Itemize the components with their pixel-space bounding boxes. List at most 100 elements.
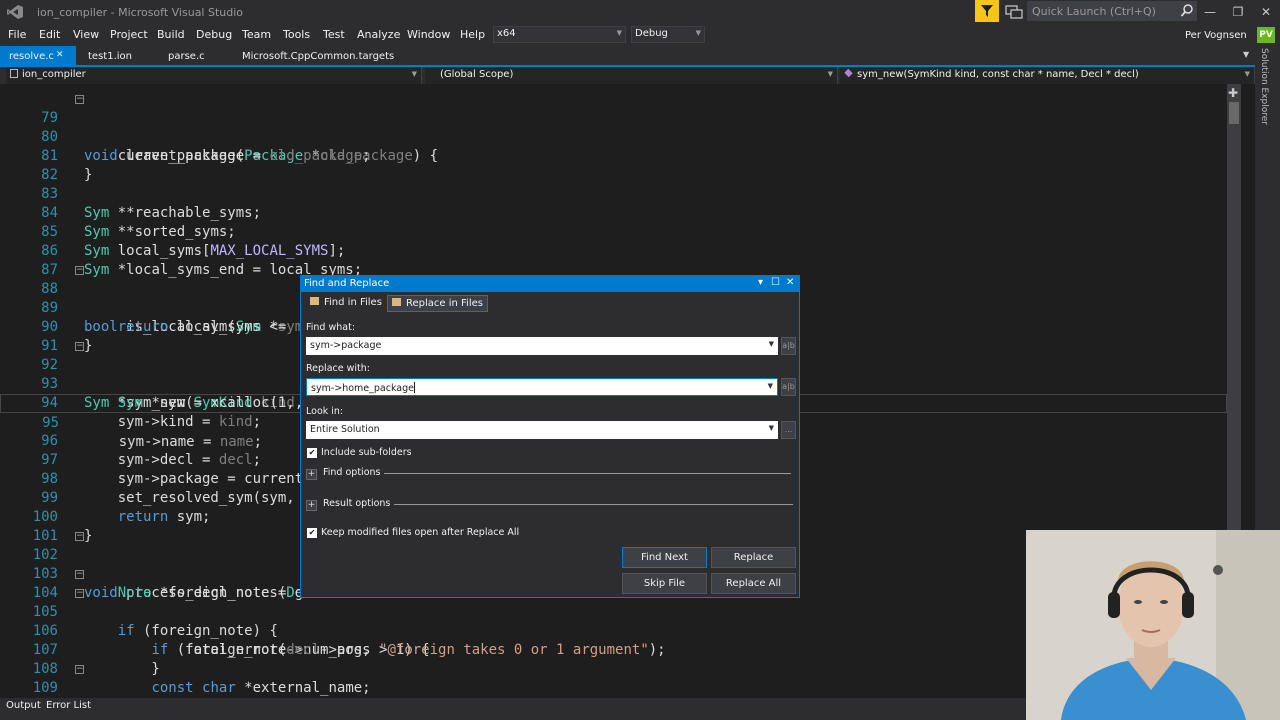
window-title: ion_compiler - Microsoft Visual Studio (37, 6, 244, 19)
browse-folders-button[interactable]: ... (781, 421, 796, 439)
code-line: 82 (0, 147, 1227, 183)
quick-launch-placeholder: Quick Launch (Ctrl+Q) (1032, 5, 1156, 18)
result-options-expand-icon[interactable]: + (306, 500, 317, 511)
skip-file-button[interactable]: Skip File (622, 573, 707, 594)
include-subfolders-checkbox[interactable]: ✔ (307, 448, 317, 458)
dialog-title-bar[interactable]: Find and Replace (301, 276, 799, 292)
text-cursor (414, 382, 416, 393)
collapse-icon[interactable]: − (75, 665, 84, 674)
replace-all-button[interactable]: Replace All (711, 573, 796, 594)
platform-select[interactable]: x64 ▼ (493, 26, 626, 43)
split-editor-icon[interactable]: ✚ (1228, 86, 1238, 100)
collapse-icon[interactable]: − (75, 589, 84, 598)
quick-launch-input[interactable]: Quick Launch (Ctrl+Q) (1027, 1, 1197, 21)
chevron-down-icon: ▼ (695, 29, 701, 37)
visual-studio-logo-icon (7, 5, 23, 19)
scrollbar-thumb[interactable] (1229, 102, 1239, 124)
close-window-button[interactable]: ✕ (1256, 3, 1276, 21)
line-number: 109 (32, 680, 58, 696)
menu-team[interactable]: Team (242, 28, 271, 41)
menu-help[interactable]: Help (460, 28, 485, 41)
replace-with-input[interactable]: sym->home_package ▼ (306, 378, 778, 396)
menu-view[interactable]: View (73, 28, 99, 41)
menu-test[interactable]: Test (323, 28, 345, 41)
tab-test1-ion[interactable]: test1.ion (79, 46, 164, 65)
scope-dropdown[interactable]: (Global Scope) ▼ (425, 67, 838, 84)
output-tab[interactable]: Output (6, 700, 41, 711)
find-options-label[interactable]: Find options (323, 467, 385, 478)
feedback-icon[interactable] (1005, 3, 1023, 20)
code-line: 79 − void leave_package(Package *old_pac… (0, 90, 1227, 165)
restore-button[interactable]: ❐ (1228, 3, 1248, 21)
solution-explorer-tab[interactable]: Solution Explorer (1259, 48, 1269, 125)
menu-file[interactable]: File (8, 28, 26, 41)
find-what-input[interactable]: sym->package ▼ (306, 337, 778, 355)
chevron-down-icon[interactable]: ▼ (768, 382, 773, 390)
menu-project[interactable]: Project (110, 28, 148, 41)
replace-button[interactable]: Replace (711, 547, 796, 568)
tab-find-in-files[interactable]: Find in Files (306, 295, 386, 312)
configuration-select[interactable]: Debug ▼ (631, 26, 705, 43)
code-line: 87 (0, 242, 1227, 278)
user-name[interactable]: Per Vognsen (1185, 30, 1247, 41)
look-in-select[interactable]: Entire Solution ▼ (306, 421, 778, 439)
code-text: const char *external_name; (151, 680, 371, 696)
find-options-expand-icon[interactable]: + (306, 469, 317, 480)
project-dropdown[interactable]: ion_compiler ▼ (6, 67, 422, 84)
notifications-filter-icon[interactable] (975, 0, 999, 22)
tab-replace-in-files[interactable]: Replace in Files (387, 295, 488, 312)
document-tabs: resolve.c ✕ test1.ion parse.c Microsoft.… (0, 46, 1255, 67)
menu-window[interactable]: Window (407, 28, 450, 41)
dialog-maximize-icon[interactable]: ☐ (771, 277, 780, 288)
menu-analyze[interactable]: Analyze (357, 28, 400, 41)
code-line: 81 } (0, 128, 1227, 183)
minimize-button[interactable]: — (1200, 3, 1220, 21)
close-tab-icon[interactable]: ✕ (56, 50, 64, 60)
menu-build[interactable]: Build (157, 28, 185, 41)
look-in-value: Entire Solution (310, 424, 380, 435)
tab-label: resolve.c (9, 51, 54, 62)
find-options-divider (323, 473, 791, 474)
tab-cppcommon-targets[interactable]: Microsoft.CppCommon.targets (233, 46, 413, 65)
scope-value: (Global Scope) (440, 69, 514, 80)
menu-edit[interactable]: Edit (39, 28, 60, 41)
tab-label: Microsoft.CppCommon.targets (242, 51, 395, 62)
avatar[interactable]: PV (1257, 27, 1275, 43)
navigation-bar: ion_compiler ▼ (Global Scope) ▼ sym_new(Sy… (0, 67, 1255, 84)
chevron-down-icon[interactable]: ▼ (769, 340, 774, 348)
menu-tools[interactable]: Tools (283, 28, 310, 41)
keep-open-checkbox[interactable]: ✔ (307, 528, 317, 538)
chevron-down-icon[interactable]: ▼ (769, 424, 774, 432)
collapse-icon[interactable]: − (75, 570, 84, 579)
code-line: 83 Sym **reachable_syms; (0, 166, 1227, 221)
collapse-icon[interactable]: − (75, 342, 84, 351)
tab-find-label: Find in Files (324, 297, 382, 308)
function-icon (844, 68, 853, 78)
tab-resolve-c[interactable]: resolve.c ✕ (0, 46, 76, 65)
tab-parse-c[interactable]: parse.c (159, 46, 229, 65)
include-subfolders-label[interactable]: Include sub-folders (321, 447, 412, 458)
dialog-title: Find and Replace (304, 278, 390, 289)
regex-builder-button[interactable]: a|b (781, 337, 796, 355)
member-dropdown[interactable]: sym_new(SymKind kind, const char * name,… (840, 67, 1255, 84)
tab-overflow-icon[interactable]: ▼ (1243, 50, 1249, 59)
replace-with-value: sym->home_package (311, 383, 415, 394)
code-line: 86 Sym *local_syms_end = local_syms; (0, 223, 1227, 278)
find-next-button[interactable]: Find Next (622, 547, 707, 568)
dialog-close-icon[interactable]: ✕ (786, 277, 794, 288)
member-value: sym_new(SymKind kind, const char * name,… (857, 69, 1139, 80)
replace-regex-builder-button[interactable]: a|b (781, 378, 796, 396)
replace-with-label: Replace with: (306, 363, 370, 374)
webcam-overlay-image (1026, 530, 1280, 720)
menu-debug[interactable]: Debug (196, 28, 232, 41)
collapse-icon[interactable]: − (75, 532, 84, 541)
dialog-dropdown-icon[interactable]: ▾ (758, 277, 763, 288)
title-bar: ion_compiler - Microsoft Visual Studio Q… (0, 0, 1280, 24)
chevron-down-icon: ▼ (411, 70, 417, 78)
collapse-icon[interactable]: − (75, 95, 84, 104)
error-list-tab[interactable]: Error List (46, 700, 91, 711)
look-in-label: Look in: (306, 406, 344, 417)
result-options-label[interactable]: Result options (323, 498, 395, 509)
keep-open-label[interactable]: Keep modified files open after Replace A… (321, 527, 519, 538)
collapse-icon[interactable]: − (75, 266, 84, 275)
